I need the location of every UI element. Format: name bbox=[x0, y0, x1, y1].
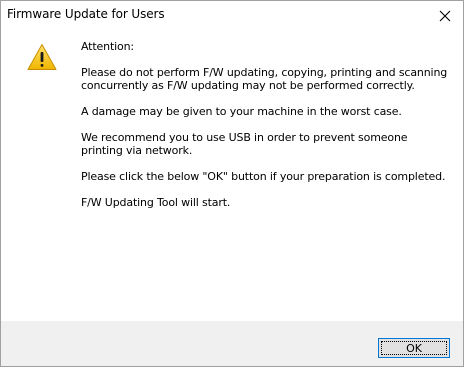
ok-button[interactable]: OK bbox=[378, 338, 450, 358]
close-icon bbox=[439, 10, 451, 22]
warning-icon bbox=[27, 44, 57, 70]
button-bar: OK bbox=[1, 321, 463, 366]
message-paragraph: Please do not perform F/W updating, copy… bbox=[81, 66, 448, 92]
window-title: Firmware Update for Users bbox=[7, 7, 165, 21]
message-paragraph: We recommend you to use USB in order to … bbox=[81, 131, 408, 157]
dialog-window: Firmware Update for Users Attention: Ple… bbox=[0, 0, 464, 367]
focus-ring bbox=[381, 341, 447, 355]
close-button[interactable] bbox=[427, 1, 463, 31]
message-paragraph: F/W Updating Tool will start. bbox=[81, 196, 231, 209]
message-paragraph: A damage may be given to your machine in… bbox=[81, 105, 402, 118]
title-bar[interactable]: Firmware Update for Users bbox=[1, 1, 463, 31]
message-heading: Attention: bbox=[81, 40, 134, 53]
message-paragraph: Please click the below "OK" button if yo… bbox=[81, 170, 446, 183]
message-area: Attention: Please do not perform F/W upd… bbox=[81, 40, 451, 222]
